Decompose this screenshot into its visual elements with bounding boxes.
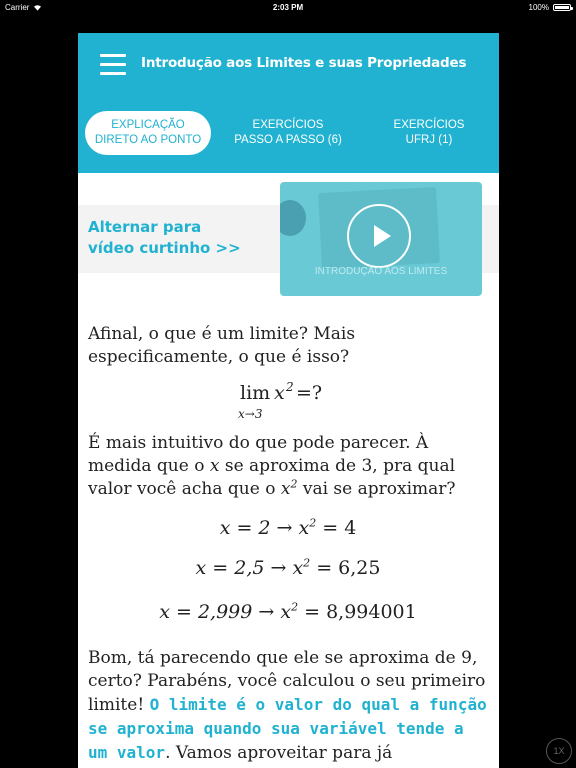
- mascot-image: [280, 200, 306, 236]
- lim-operator: lim: [240, 382, 271, 404]
- lim-equals-question: =?: [296, 382, 323, 404]
- hamburger-menu-icon[interactable]: [100, 54, 126, 76]
- lim-subscript: x→3: [238, 407, 263, 421]
- text-run: vai se aproximar?: [297, 479, 456, 499]
- switch-to-video-link[interactable]: Alternar para vídeo curtinho >>: [88, 217, 241, 259]
- tab-explicacao[interactable]: EXPLICAÇÃO DIRETO AO PONTO: [85, 111, 211, 155]
- eq-right: = 4: [316, 517, 357, 539]
- header: Introdução aos Limites e suas Propriedad…: [78, 33, 499, 173]
- math-3: 3: [361, 456, 373, 476]
- playback-speed-button[interactable]: 1X: [546, 738, 572, 764]
- eq-left: x = 2,5 → x: [195, 557, 304, 579]
- eq-left: x = 2 → x: [219, 517, 310, 539]
- video-thumbnail[interactable]: INTRODUÇÃO AOS LIMITES: [280, 182, 482, 296]
- paragraph-conclusion: Bom, tá parecendo que ele se aproxima de…: [88, 647, 488, 765]
- eq-right: = 8,994001: [298, 601, 417, 623]
- page-title: Introdução aos Limites e suas Propriedad…: [141, 55, 467, 71]
- app-window: Introdução aos Limites e suas Propriedad…: [78, 33, 499, 768]
- equation-2: x = 2,5 → x2 = 6,25: [88, 557, 488, 601]
- tab-exercicios-ufrj[interactable]: EXERCÍCIOS UFRJ (1): [366, 111, 492, 155]
- tab-label-line1: EXERCÍCIOS: [393, 119, 465, 131]
- lim-body: x: [274, 382, 285, 404]
- battery-icon: [553, 4, 573, 11]
- tab-exercicios-passo[interactable]: EXERCÍCIOS PASSO A PASSO (6): [225, 111, 351, 155]
- text-run: se aproxima de: [219, 456, 362, 476]
- eq-left: x = 2,999 → x: [159, 601, 292, 623]
- text-run: . Vamos aproveitar para já: [165, 743, 393, 763]
- status-time: 2:03 PM: [272, 3, 304, 12]
- battery-percent: 100%: [528, 3, 549, 12]
- lesson-content: Afinal, o que é um limite? Mais especifi…: [88, 323, 488, 765]
- tab-bar: EXPLICAÇÃO DIRETO AO PONTO EXERCÍCIOS PA…: [78, 111, 499, 155]
- paragraph-intro: Afinal, o que é um limite? Mais especifi…: [88, 324, 356, 367]
- lim-exponent: 2: [286, 380, 294, 394]
- status-bar: Carrier 2:03 PM 100%: [0, 0, 576, 14]
- promo-line1: Alternar para: [88, 218, 202, 236]
- tab-label-line1: EXPLICAÇÃO: [111, 119, 185, 131]
- equation-1: x = 2 → x2 = 4: [88, 517, 488, 557]
- eq-right: = 6,25: [310, 557, 381, 579]
- battery-fill: [555, 6, 569, 9]
- tab-label-line2: DIRETO AO PONTO: [94, 134, 202, 146]
- limit-formula: lim x→3 x 2 =?: [88, 376, 488, 424]
- battery-group: 100%: [528, 3, 573, 12]
- paragraph-intuition: É mais intuitivo do que pode parecer. À …: [88, 432, 488, 501]
- video-caption: INTRODUÇÃO AOS LIMITES: [314, 266, 448, 277]
- math-x: x: [280, 479, 291, 499]
- math-9: 9: [461, 648, 472, 668]
- text-run: Bom, tá parecendo que ele se aproxima de: [88, 648, 462, 668]
- play-icon[interactable]: [347, 204, 411, 268]
- tab-label-line2: UFRJ (1): [405, 134, 453, 146]
- tab-label-line1: EXERCÍCIOS: [252, 119, 324, 131]
- tab-label-line2: PASSO A PASSO (6): [234, 134, 342, 146]
- math-x: x: [209, 456, 220, 476]
- equation-3: x = 2,999 → x2 = 8,994001: [88, 601, 488, 647]
- promo-line2: vídeo curtinho >>: [88, 239, 241, 257]
